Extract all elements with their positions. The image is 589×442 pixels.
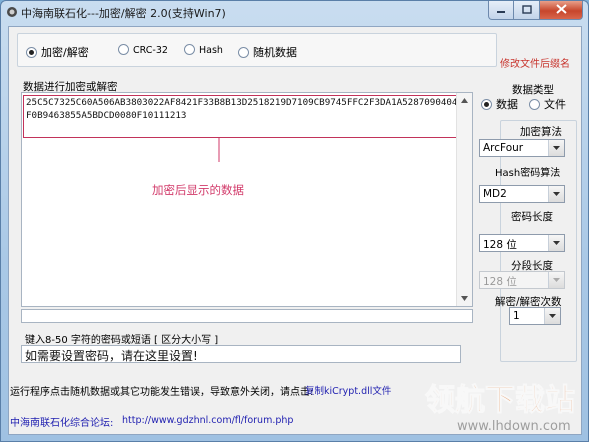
scroll-up-icon[interactable] <box>457 93 472 108</box>
data-type-option-data[interactable]: 数据 <box>481 96 518 112</box>
radio-icon <box>184 44 195 55</box>
hash-value: MD2 <box>483 188 507 200</box>
dropdown-arrow-icon <box>548 186 564 202</box>
password-input[interactable]: 如需要设置密码，请在这里设置! <box>21 345 461 363</box>
svg-text:www.lhdown.com: www.lhdown.com <box>457 419 571 434</box>
mode-option-random[interactable]: 随机数据 <box>238 44 297 60</box>
segment-length-select: 128 位 <box>479 271 565 289</box>
watermark-logo: 领航下载站 www.lhdown.com <box>419 376 584 436</box>
forum-link[interactable]: http://www.gdzhnl.com/fl/forum.php <box>122 415 293 426</box>
window-title: 中海南联石化---加密/解密 2.0(支持Win7) <box>21 7 226 20</box>
data-type-option-label: 文件 <box>544 98 566 111</box>
rounds-select[interactable]: 1 <box>509 307 561 325</box>
app-window: 中海南联石化---加密/解密 2.0(支持Win7) 加密/解密 CRC-32 … <box>0 0 589 442</box>
data-horizontal-field[interactable] <box>21 309 473 323</box>
forum-label: 中海南联石化综合论坛: <box>10 418 114 429</box>
algorithm-label: 加密算法 <box>520 126 562 138</box>
close-button[interactable] <box>540 1 583 20</box>
close-icon <box>555 3 567 17</box>
maximize-icon <box>521 4 532 17</box>
radio-icon <box>481 99 492 110</box>
minimize-button[interactable] <box>488 1 514 20</box>
mode-option-label: CRC-32 <box>133 45 168 56</box>
password-label: 键入8-50 字符的密码或短语 [ 区分大小写 ] <box>25 335 219 346</box>
key-length-label: 密码长度 <box>511 211 553 223</box>
rename-extension-link[interactable]: 修改文件后缀名 <box>500 55 570 70</box>
mode-option-hash[interactable]: Hash <box>184 44 223 56</box>
svg-text:领航下载站: 领航下载站 <box>425 383 575 418</box>
client-area: 加密/解密 CRC-32 Hash 随机数据 修改文件后缀名 数据进行加密或解密… <box>8 26 582 435</box>
radio-icon <box>529 99 540 110</box>
dropdown-arrow-icon <box>548 140 564 156</box>
data-textarea[interactable]: 25C5C7325C60A506AB3803022AF8421F33B8B13D… <box>21 92 473 307</box>
maximize-button[interactable] <box>514 1 540 20</box>
data-type-option-label: 数据 <box>496 98 518 111</box>
rounds-value: 1 <box>513 310 520 322</box>
radio-icon <box>238 47 249 58</box>
dropdown-arrow-icon <box>548 272 564 288</box>
segment-length-value: 128 位 <box>483 276 517 288</box>
radio-icon <box>118 44 129 55</box>
data-type-label: 数据类型 <box>512 84 554 96</box>
scroll-down-icon[interactable] <box>457 291 472 306</box>
algorithm-value: ArcFour <box>483 142 524 154</box>
app-icon[interactable] <box>6 6 18 18</box>
annotation-line <box>218 138 220 162</box>
mode-option-label: 加密/解密 <box>41 46 89 59</box>
mode-option-label: Hash <box>199 45 223 56</box>
data-scrollbar[interactable] <box>456 93 472 306</box>
password-value: 如需要设置密码，请在这里设置! <box>25 349 198 363</box>
dropdown-arrow-icon <box>548 235 564 251</box>
hash-label: Hash密码算法 <box>495 168 561 179</box>
radio-icon <box>26 47 37 58</box>
data-content: 25C5C7325C60A506AB3803022AF8421F33B8B13D… <box>26 97 463 121</box>
copy-dll-link[interactable]: 复制kiCrypt.dll文件 <box>305 383 391 397</box>
key-length-value: 128 位 <box>483 239 517 251</box>
key-length-select[interactable]: 128 位 <box>479 234 565 252</box>
mode-option-label: 随机数据 <box>253 46 297 59</box>
mode-selector: 加密/解密 CRC-32 Hash 随机数据 <box>17 33 497 67</box>
minimize-icon <box>496 4 506 17</box>
hash-select[interactable]: MD2 <box>479 185 565 203</box>
dropdown-arrow-icon <box>544 308 560 324</box>
title-bar[interactable]: 中海南联石化---加密/解密 2.0(支持Win7) <box>1 1 588 25</box>
mode-option-encrypt[interactable]: 加密/解密 <box>26 44 89 60</box>
data-type-option-file[interactable]: 文件 <box>529 96 566 112</box>
annotation-text: 加密后显示的数据 <box>152 183 244 197</box>
algorithm-select[interactable]: ArcFour <box>479 139 565 157</box>
mode-option-crc32[interactable]: CRC-32 <box>118 44 168 56</box>
error-note: 运行程序点击随机数据或其它功能发生错误，导致意外关闭，请点击: <box>10 387 314 398</box>
